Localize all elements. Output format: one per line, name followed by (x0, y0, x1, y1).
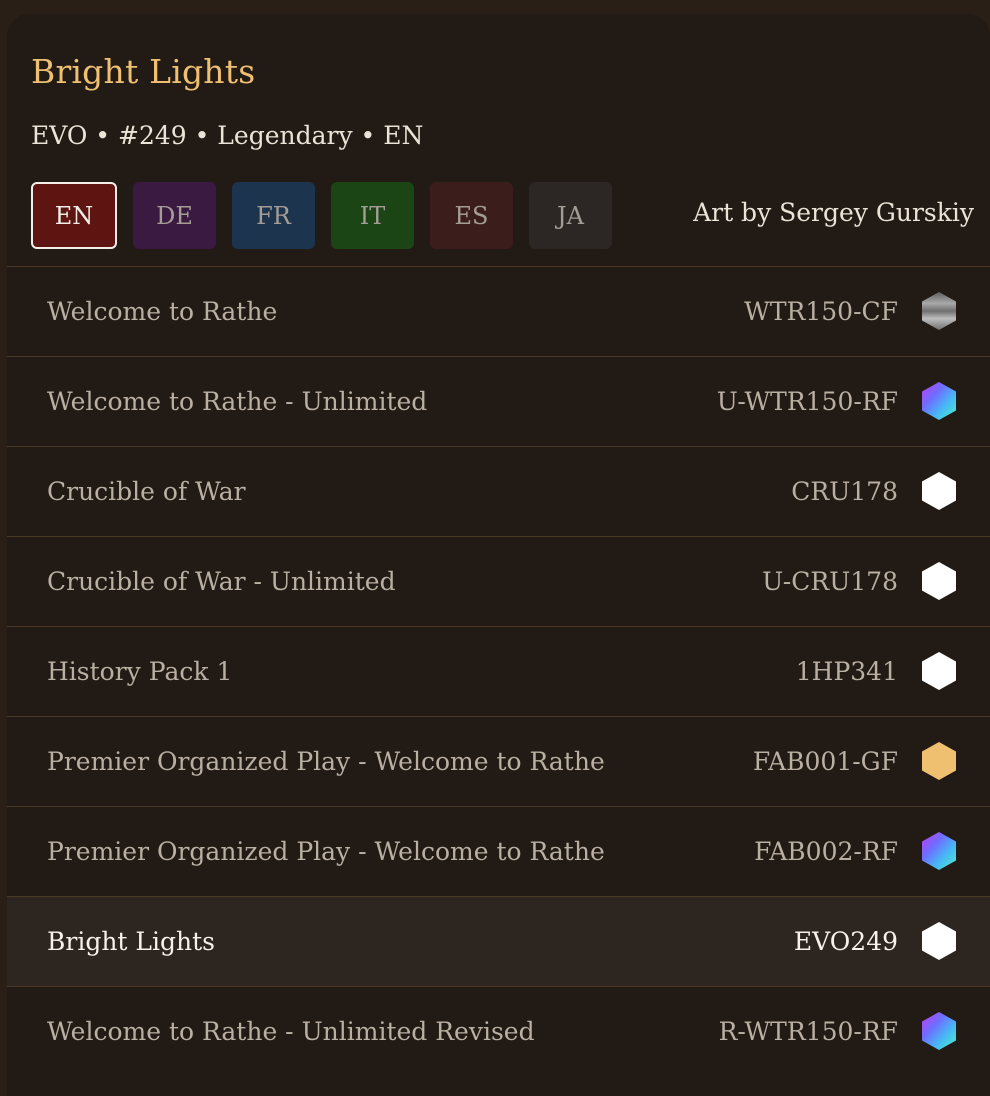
rainbow-foil-icon (920, 831, 958, 871)
printing-set-name: Bright Lights (47, 927, 215, 956)
printing-set-name: Premier Organized Play - Welcome to Rath… (47, 837, 605, 866)
printing-set-name: Crucible of War - Unlimited (47, 567, 396, 596)
printing-code: FAB001-GF (752, 747, 898, 776)
art-credit: Art by Sergey Gurskiy (693, 198, 974, 227)
cold-foil-icon (920, 291, 958, 331)
printing-row[interactable]: Welcome to Rathe WTR150-CF (7, 266, 990, 356)
printing-row[interactable]: Crucible of War - Unlimited U-CRU178 (7, 536, 990, 626)
printing-set-name: Crucible of War (47, 477, 246, 506)
card-subtitle: EVO • #249 • Legendary • EN (31, 121, 424, 150)
printing-code: EVO249 (793, 927, 898, 956)
rainbow-foil-icon (920, 381, 958, 421)
printing-set-name: Premier Organized Play - Welcome to Rath… (47, 747, 605, 776)
printing-code: U-CRU178 (762, 567, 898, 596)
printing-row[interactable]: Crucible of War CRU178 (7, 446, 990, 536)
card-title: Bright Lights (31, 52, 256, 91)
non-foil-icon (920, 471, 958, 511)
printing-code: WTR150-CF (744, 297, 898, 326)
printing-set-name: Welcome to Rathe (47, 297, 278, 326)
language-button-en[interactable]: EN (31, 182, 117, 249)
card-printings-panel: Bright Lights EVO • #249 • Legendary • E… (7, 14, 990, 1096)
printing-row[interactable]: History Pack 1 1HP341 (7, 626, 990, 716)
printing-row[interactable]: Premier Organized Play - Welcome to Rath… (7, 806, 990, 896)
printing-set-name: History Pack 1 (47, 657, 233, 686)
non-foil-icon (920, 921, 958, 961)
printing-row[interactable]: Premier Organized Play - Welcome to Rath… (7, 716, 990, 806)
rainbow-foil-icon (920, 1011, 958, 1051)
printing-row[interactable]: Welcome to Rathe - Unlimited U-WTR150-RF (7, 356, 990, 446)
printing-set-name: Welcome to Rathe - Unlimited (47, 387, 428, 416)
language-button-de[interactable]: DE (133, 182, 216, 249)
printing-code: R-WTR150-RF (718, 1017, 898, 1046)
printing-code: FAB002-RF (754, 837, 898, 866)
printing-code: U-WTR150-RF (716, 387, 898, 416)
printing-row[interactable]: Welcome to Rathe - Unlimited Revised R-WT… (7, 986, 990, 1076)
printing-set-name: Welcome to Rathe - Unlimited Revised (47, 1017, 535, 1046)
printing-row[interactable]: Bright Lights EVO249 (7, 896, 990, 986)
non-foil-icon (920, 651, 958, 691)
language-selector: EN DE FR IT ES JA (31, 182, 612, 249)
language-button-it[interactable]: IT (331, 182, 414, 249)
gold-foil-icon (920, 741, 958, 781)
language-button-ja[interactable]: JA (529, 182, 612, 249)
language-button-es[interactable]: ES (430, 182, 513, 249)
language-button-fr[interactable]: FR (232, 182, 315, 249)
printing-code: CRU178 (791, 477, 898, 506)
non-foil-icon (920, 561, 958, 601)
printings-list: Welcome to Rathe WTR150-CF Welcome to Rath… (7, 266, 990, 1076)
printing-code: 1HP341 (795, 657, 898, 686)
